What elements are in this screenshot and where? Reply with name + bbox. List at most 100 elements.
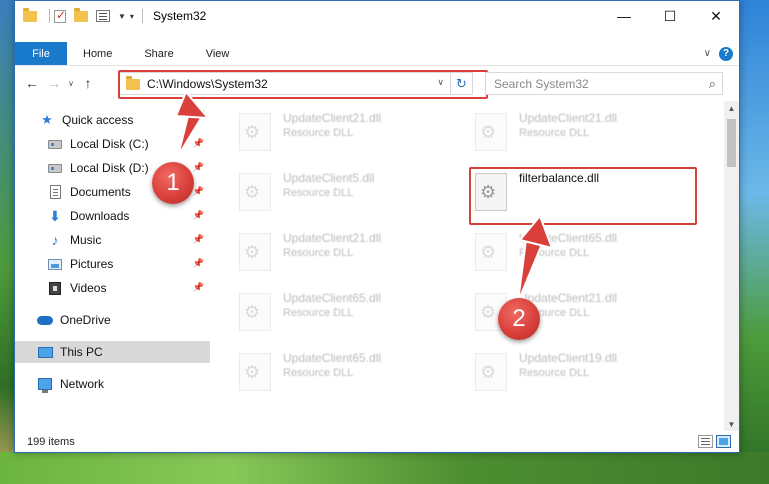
- sidebar-item-label: Local Disk (C:): [70, 137, 149, 151]
- sidebar-item-videos[interactable]: Videos 📌: [15, 277, 210, 299]
- pin-icon[interactable]: 📌: [193, 282, 204, 293]
- sidebar-item-quick-access[interactable]: ★ Quick access: [15, 109, 210, 131]
- scroll-up-icon[interactable]: ▲: [724, 101, 739, 115]
- address-folder-icon: [126, 76, 140, 90]
- list-item[interactable]: UpdateClient21.dll Resource DLL: [475, 109, 675, 165]
- window-controls: — ☐ ✕: [601, 1, 739, 31]
- list-item[interactable]: UpdateClient65.dll Resource DLL: [239, 289, 439, 345]
- forward-arrow-icon[interactable]: →: [43, 71, 65, 95]
- download-icon: ⬇: [49, 207, 61, 224]
- file-type: Resource DLL: [283, 367, 354, 379]
- list-item[interactable]: UpdateClient21.dll Resource DLL: [239, 109, 439, 165]
- file-type: Resource DLL: [283, 247, 354, 259]
- back-arrow-icon[interactable]: ←: [21, 71, 43, 95]
- dll-file-icon: [239, 173, 271, 211]
- list-item[interactable]: UpdateClient5.dll Resource DLL: [239, 169, 439, 225]
- navigation-bar: ← → ∨ ↑ C:\Windows\System32 ∨ ↻ Search S…: [15, 67, 739, 99]
- dll-file-icon: [239, 353, 271, 391]
- file-name: UpdateClient21.dll: [283, 231, 382, 245]
- file-name: filterbalance.dll: [519, 171, 600, 185]
- file-name: UpdateClient19.dll: [519, 351, 618, 365]
- search-icon[interactable]: ⌕: [709, 76, 716, 92]
- window-title: System32: [152, 9, 207, 23]
- file-name: UpdateClient5.dll: [283, 171, 375, 185]
- sidebar-item-onedrive[interactable]: OneDrive: [15, 309, 210, 331]
- large-icons-view-icon[interactable]: [716, 435, 731, 448]
- sidebar-item-this-pc[interactable]: This PC: [15, 341, 210, 363]
- tab-share[interactable]: Share: [128, 42, 189, 65]
- file-type: Resource DLL: [283, 307, 354, 319]
- sidebar-item-pictures[interactable]: Pictures 📌: [15, 253, 210, 275]
- step-marker-1: 1: [152, 162, 194, 204]
- address-path[interactable]: C:\Windows\System32: [147, 77, 268, 91]
- sidebar-item-label: Documents: [70, 185, 131, 199]
- file-name: UpdateClient65.dll: [519, 231, 618, 245]
- search-placeholder: Search System32: [494, 76, 589, 91]
- toolbar-dropdown-icon[interactable]: ▾: [130, 12, 134, 21]
- file-name: UpdateClient21.dll: [519, 111, 618, 125]
- dll-file-icon: [239, 233, 271, 271]
- sidebar-item-music[interactable]: ♪ Music 📌: [15, 229, 210, 251]
- dll-file-icon: [239, 293, 271, 331]
- document-icon: [47, 185, 63, 199]
- file-name: UpdateClient65.dll: [283, 351, 382, 365]
- tab-file[interactable]: File: [15, 42, 67, 65]
- list-item[interactable]: UpdateClient65.dll Resource DLL: [475, 229, 675, 285]
- sidebar-item-label: Music: [70, 233, 102, 247]
- item-count: 199 items: [27, 436, 75, 448]
- file-type: Resource DLL: [283, 127, 354, 139]
- quick-access-toolbar: ▼ ▾: [15, 1, 147, 31]
- address-dropdown-icon[interactable]: ∨: [437, 77, 444, 88]
- dll-file-icon: [475, 113, 507, 151]
- sidebar-item-downloads[interactable]: ⬇ Downloads 📌: [15, 205, 210, 227]
- status-bar: 199 items: [15, 431, 739, 452]
- expand-ribbon-chevron-icon[interactable]: ∨: [704, 48, 711, 59]
- list-item[interactable]: UpdateClient19.dll Resource DLL: [475, 349, 675, 405]
- pin-icon[interactable]: 📌: [193, 258, 204, 269]
- properties-icon[interactable]: [96, 10, 114, 22]
- vertical-scrollbar[interactable]: ▲ ▼: [724, 101, 739, 431]
- sidebar-item-label: OneDrive: [60, 313, 111, 327]
- properties-check-icon[interactable]: [54, 8, 70, 23]
- sidebar-item-label: Local Disk (D:): [70, 161, 149, 175]
- file-name: UpdateClient21.dll: [519, 291, 618, 305]
- file-type: Resource DLL: [519, 127, 590, 139]
- help-icon[interactable]: ?: [719, 46, 733, 61]
- file-type: Resource DLL: [519, 247, 590, 259]
- tab-view[interactable]: View: [190, 42, 246, 65]
- pin-icon[interactable]: 📌: [193, 234, 204, 245]
- pin-icon[interactable]: 📌: [193, 210, 204, 221]
- cloud-icon: [37, 313, 53, 327]
- list-item[interactable]: UpdateClient21.dll Resource DLL: [239, 229, 439, 285]
- sidebar-item-label: Network: [60, 377, 105, 391]
- customize-toolbar-caret-icon[interactable]: ▼: [118, 12, 126, 21]
- pin-icon[interactable]: 📌: [193, 186, 204, 197]
- address-bar[interactable]: C:\Windows\System32 ∨ ↻: [119, 72, 473, 95]
- list-item[interactable]: UpdateClient65.dll Resource DLL: [239, 349, 439, 405]
- file-list: UpdateClient21.dll Resource DLL UpdateCl…: [211, 101, 724, 421]
- pin-icon[interactable]: 📌: [193, 162, 204, 173]
- ribbon-tabs: File Home Share View ∨ ?: [15, 42, 739, 66]
- pin-icon[interactable]: 📌: [193, 138, 204, 149]
- recent-locations-chevron-icon[interactable]: ∨: [65, 71, 77, 95]
- desktop-background-left: [0, 0, 14, 484]
- new-folder-icon[interactable]: [74, 7, 92, 22]
- maximize-icon[interactable]: ☐: [647, 1, 693, 31]
- minimize-icon[interactable]: —: [601, 1, 647, 31]
- scroll-down-icon[interactable]: ▼: [724, 417, 739, 431]
- computer-icon: [37, 345, 53, 359]
- details-view-icon[interactable]: [698, 435, 713, 448]
- sidebar-item-local-disk-c[interactable]: Local Disk (C:) 📌: [15, 133, 210, 155]
- sidebar-item-network[interactable]: Network: [15, 373, 210, 395]
- up-arrow-icon[interactable]: ↑: [77, 71, 99, 95]
- desktop-background-right: [739, 0, 769, 484]
- view-toggle: [698, 435, 731, 448]
- dll-file-icon: [475, 353, 507, 391]
- refresh-icon[interactable]: ↻: [450, 73, 472, 94]
- scroll-thumb[interactable]: [727, 119, 736, 167]
- search-input[interactable]: Search System32 ⌕: [485, 72, 723, 95]
- tab-home[interactable]: Home: [67, 42, 128, 65]
- close-icon[interactable]: ✕: [693, 1, 739, 31]
- list-item-filterbalance[interactable]: filterbalance.dll: [475, 169, 675, 225]
- star-icon: ★: [41, 112, 53, 127]
